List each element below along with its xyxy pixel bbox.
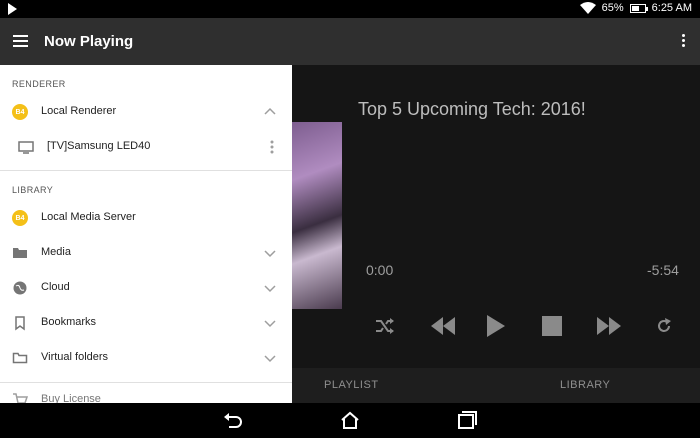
media-playing-icon bbox=[8, 3, 17, 15]
battery-fill bbox=[631, 5, 640, 11]
chevron-down-icon[interactable] bbox=[264, 352, 276, 364]
stop-icon[interactable] bbox=[542, 316, 562, 336]
media-server-badge-icon: B4 bbox=[12, 210, 28, 226]
wifi-icon bbox=[579, 2, 596, 14]
bookmarks-label: Bookmarks bbox=[41, 316, 97, 328]
track-title: Top 5 Upcoming Tech: 2016! bbox=[358, 99, 586, 119]
elapsed-time: 0:00 bbox=[366, 262, 394, 278]
menu-icon[interactable] bbox=[13, 35, 28, 47]
rewind-icon[interactable] bbox=[431, 317, 455, 335]
chevron-down-icon[interactable] bbox=[264, 317, 276, 329]
cart-icon bbox=[13, 393, 28, 403]
fast-forward-icon[interactable] bbox=[597, 317, 621, 335]
tv-icon bbox=[18, 141, 34, 154]
remaining-time: -5:54 bbox=[647, 262, 679, 278]
bookmark-icon bbox=[15, 316, 25, 331]
drawer-item-media[interactable]: Media bbox=[0, 236, 292, 271]
drawer-item-local-media-server[interactable]: B4 Local Media Server bbox=[0, 201, 292, 236]
media-label: Media bbox=[41, 246, 71, 258]
folder-icon bbox=[13, 248, 27, 258]
back-icon[interactable] bbox=[223, 411, 243, 429]
drawer-item-device[interactable]: [TV]Samsung LED40 bbox=[0, 130, 292, 165]
system-nav-bar bbox=[0, 403, 700, 438]
chevron-up-icon[interactable] bbox=[264, 106, 276, 118]
divider bbox=[0, 382, 292, 383]
buy-license-label: Buy License bbox=[41, 393, 101, 403]
drawer-item-cloud[interactable]: Cloud bbox=[0, 271, 292, 306]
folder-outline-icon bbox=[12, 352, 28, 364]
globe-icon bbox=[13, 281, 27, 295]
overflow-menu-icon[interactable] bbox=[682, 34, 686, 48]
recents-icon[interactable] bbox=[457, 411, 477, 429]
play-icon[interactable] bbox=[487, 315, 505, 337]
drawer-item-bookmarks[interactable]: Bookmarks bbox=[0, 306, 292, 341]
status-bar: 65% 6:25 AM bbox=[0, 0, 700, 18]
device-overflow-icon[interactable] bbox=[270, 140, 274, 154]
page-title: Now Playing bbox=[44, 33, 134, 50]
device-label: [TV]Samsung LED40 bbox=[47, 140, 151, 152]
library-section-header: LIBRARY bbox=[12, 185, 54, 195]
battery-icon bbox=[629, 3, 648, 13]
local-media-server-label: Local Media Server bbox=[41, 211, 136, 223]
chevron-down-icon[interactable] bbox=[264, 247, 276, 259]
drawer-item-local-renderer[interactable]: B4 Local Renderer bbox=[0, 95, 292, 130]
battery-percent: 65% bbox=[601, 2, 624, 14]
drawer-item-buy-license[interactable]: Buy License bbox=[0, 388, 292, 403]
app-bar: Now Playing bbox=[0, 18, 700, 65]
bottom-tabs: PLAYLIST LIBRARY bbox=[292, 368, 700, 403]
renderer-section-header: RENDERER bbox=[12, 79, 66, 89]
shuffle-icon[interactable] bbox=[375, 318, 395, 334]
chevron-down-icon[interactable] bbox=[264, 282, 276, 294]
drawer-item-virtual-folders[interactable]: Virtual folders bbox=[0, 341, 292, 376]
renderer-badge-icon: B4 bbox=[12, 104, 28, 120]
clock: 6:25 AM bbox=[651, 2, 692, 14]
navigation-drawer: RENDERER B4 Local Renderer [TV]Samsung L… bbox=[0, 65, 292, 403]
status-icons: 65% 6:25 AM bbox=[579, 2, 692, 14]
tab-library[interactable]: LIBRARY bbox=[560, 379, 610, 391]
tab-playlist[interactable]: PLAYLIST bbox=[324, 379, 379, 391]
cloud-label: Cloud bbox=[41, 281, 70, 293]
virtual-folders-label: Virtual folders bbox=[41, 351, 109, 363]
divider bbox=[0, 170, 292, 171]
repeat-icon[interactable] bbox=[656, 318, 672, 334]
home-icon[interactable] bbox=[340, 411, 360, 429]
local-renderer-label: Local Renderer bbox=[41, 105, 117, 117]
